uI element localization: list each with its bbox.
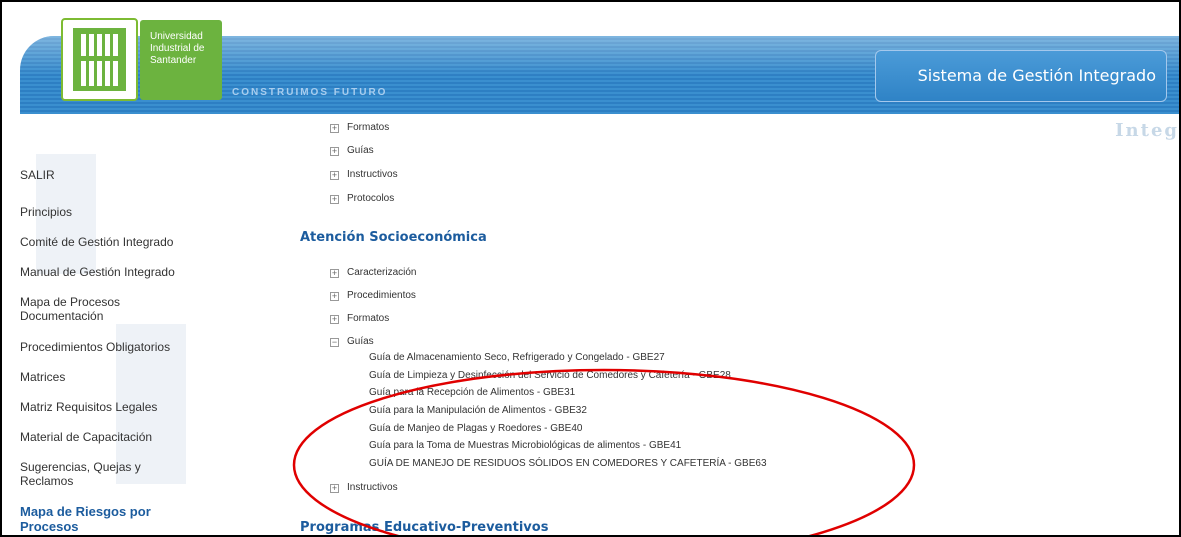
page-frame: Universidad Industrial de Santander CONS…	[0, 0, 1181, 537]
annotation-oval	[292, 368, 916, 535]
